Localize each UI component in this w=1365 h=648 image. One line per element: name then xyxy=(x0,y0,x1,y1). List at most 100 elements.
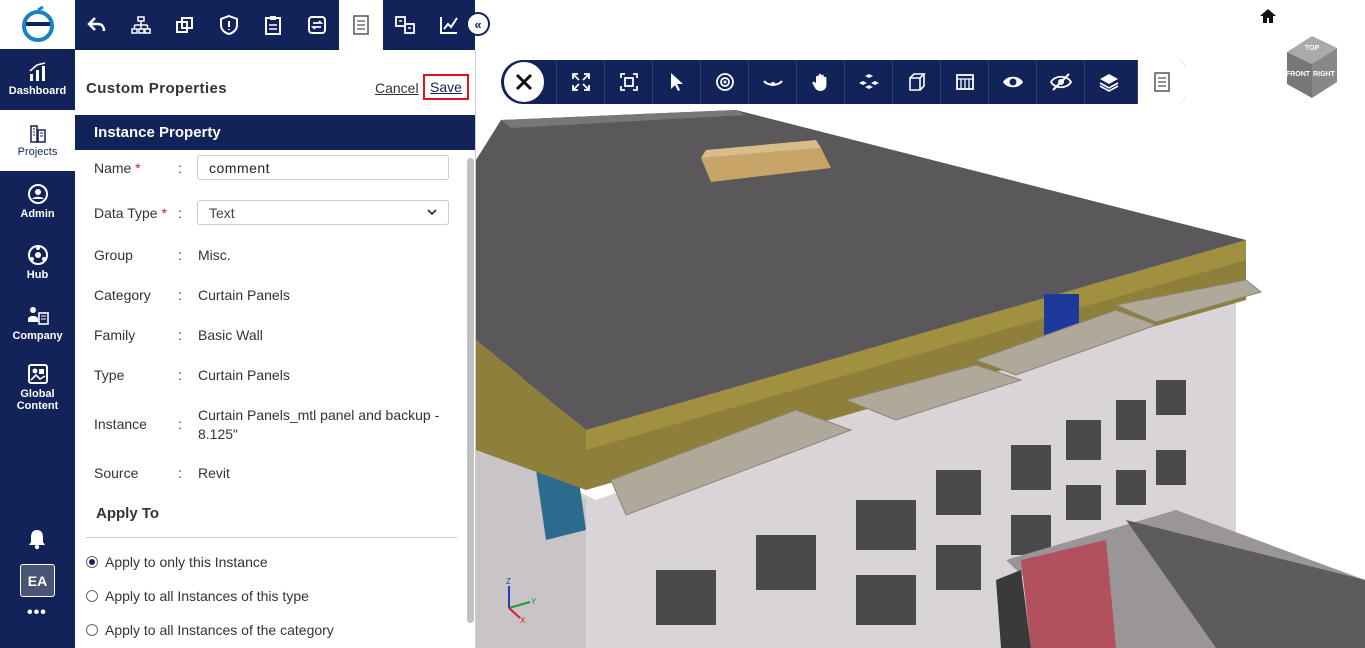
field-label: Group xyxy=(94,247,133,263)
axes-icon: Z Y X xyxy=(506,577,537,625)
properties-button[interactable] xyxy=(339,0,383,50)
document-icon xyxy=(1153,72,1170,92)
explode-button[interactable] xyxy=(844,60,892,104)
fullscreen-button[interactable] xyxy=(556,60,604,104)
apply-to-heading: Apply To xyxy=(96,505,160,522)
axis-z-label: Z xyxy=(506,577,511,586)
cube-right-label: RIGHT xyxy=(1313,71,1336,78)
radio-button[interactable] xyxy=(86,624,98,636)
home-icon xyxy=(1260,9,1276,23)
pan-button[interactable] xyxy=(796,60,844,104)
colon: : xyxy=(178,327,182,343)
apply-option-category[interactable]: Apply to all Instances of the category xyxy=(86,622,334,638)
nav-label: Admin xyxy=(20,208,55,220)
apply-option-instance[interactable]: Apply to only this Instance xyxy=(86,554,268,570)
hand-icon xyxy=(811,73,826,91)
company-icon xyxy=(27,307,49,325)
clipboard-icon xyxy=(265,16,281,35)
chart-icon xyxy=(28,62,45,81)
orbit-icon xyxy=(715,73,734,91)
avatar[interactable]: EA xyxy=(20,564,55,597)
back-button[interactable] xyxy=(75,0,119,50)
field-label: Source xyxy=(94,465,139,481)
panel-title: Custom Properties xyxy=(86,80,227,97)
select-button[interactable] xyxy=(652,60,700,104)
colon: : xyxy=(178,287,182,303)
home-view-button[interactable] xyxy=(1259,8,1277,29)
nav-dashboard[interactable]: Dashboard xyxy=(0,49,75,110)
datatype-value: Text xyxy=(209,205,235,221)
fit-icon xyxy=(619,73,638,91)
undo-arrow-icon xyxy=(87,17,106,32)
chevron-down-icon xyxy=(427,209,437,216)
properties-view-button[interactable] xyxy=(1137,60,1185,104)
nav-label: Hub xyxy=(26,269,49,281)
cursor-icon xyxy=(670,73,683,91)
layers-view-button[interactable] xyxy=(1084,60,1132,104)
markup-button[interactable] xyxy=(427,0,471,50)
nav-label: Dashboard xyxy=(8,85,67,97)
colon: : xyxy=(178,247,182,263)
nav-admin[interactable]: Admin xyxy=(0,171,75,232)
radio-button[interactable] xyxy=(86,556,98,568)
building-icon xyxy=(29,125,46,143)
layers-button[interactable] xyxy=(163,0,207,50)
document-icon xyxy=(353,15,369,35)
compare-button[interactable] xyxy=(383,0,427,50)
hide-button[interactable] xyxy=(1036,60,1084,104)
nav-global-content[interactable]: Global Content xyxy=(0,354,75,420)
look-button[interactable] xyxy=(748,60,796,104)
axis-y-label: Y xyxy=(531,597,537,606)
nav-label: Global Content xyxy=(16,387,59,412)
field-value: Curtain Panels xyxy=(198,287,290,303)
colon: : xyxy=(178,416,182,432)
tree-button[interactable] xyxy=(119,0,163,50)
shield-button[interactable] xyxy=(207,0,251,50)
global-content-icon xyxy=(27,363,48,384)
section-button[interactable] xyxy=(940,60,988,104)
axis-gizmo: Z Y X xyxy=(502,576,542,629)
field-label: Instance xyxy=(94,416,147,432)
colon: : xyxy=(178,367,182,383)
view-cube[interactable]: TOP FRONT RIGHT xyxy=(1282,32,1342,105)
box-icon xyxy=(908,73,926,91)
orbit-button[interactable] xyxy=(700,60,748,104)
arc-icon xyxy=(762,80,783,86)
section-header: Instance Property xyxy=(75,115,475,150)
close-icon xyxy=(515,73,533,91)
app-logo[interactable] xyxy=(0,0,75,49)
name-input[interactable] xyxy=(197,155,449,180)
nav-label: Projects xyxy=(17,146,58,158)
edit-chart-icon xyxy=(440,17,458,34)
custom-properties-panel: Custom Properties Cancel Save Instance P… xyxy=(75,50,476,648)
datatype-select[interactable]: Text xyxy=(197,200,449,225)
notifications-button[interactable] xyxy=(26,528,48,555)
fit-view-button[interactable] xyxy=(604,60,652,104)
section-box-button[interactable] xyxy=(892,60,940,104)
colon: : xyxy=(178,465,182,481)
collapse-panel-button[interactable]: « xyxy=(466,12,490,36)
radio-label: Apply to only this Instance xyxy=(105,554,268,570)
close-viewer-button[interactable] xyxy=(502,60,546,104)
name-label: Name * xyxy=(94,160,141,176)
show-button[interactable] xyxy=(988,60,1036,104)
sync-button[interactable] xyxy=(295,0,339,50)
cancel-button[interactable]: Cancel xyxy=(375,80,419,96)
panel-scrollbar[interactable] xyxy=(467,158,474,623)
nav-hub[interactable]: Hub xyxy=(0,232,75,293)
more-menu-button[interactable]: ••• xyxy=(27,604,47,622)
field-value: Revit xyxy=(198,465,230,481)
section-icon xyxy=(955,74,974,90)
nav-projects[interactable]: Projects xyxy=(0,110,75,171)
nav-company[interactable]: Company xyxy=(0,293,75,354)
bell-icon xyxy=(29,530,45,550)
field-label: Category xyxy=(94,287,151,303)
model-viewer[interactable]: TOP FRONT RIGHT Z Y X xyxy=(476,0,1365,648)
cube-top-label: TOP xyxy=(1305,45,1320,52)
datatype-label: Data Type * xyxy=(94,205,167,221)
apply-option-type[interactable]: Apply to all Instances of this type xyxy=(86,588,309,604)
save-button[interactable]: Save xyxy=(423,74,469,100)
rfi-button[interactable] xyxy=(251,0,295,50)
field-label: Family xyxy=(94,327,136,343)
radio-button[interactable] xyxy=(86,590,98,602)
